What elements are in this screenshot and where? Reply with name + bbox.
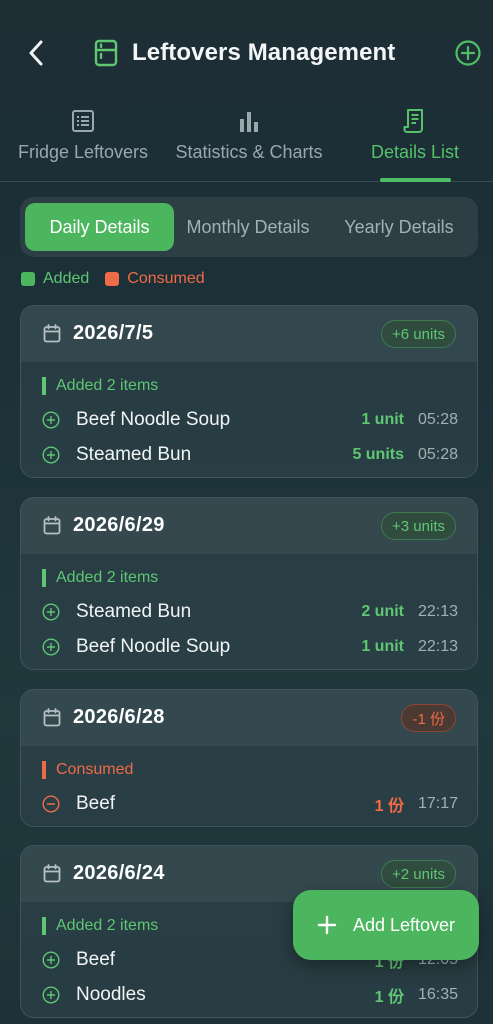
fab-label: Add Leftover [352, 914, 456, 935]
page-title: Leftovers Management [132, 39, 396, 66]
list-item[interactable]: Noodles 1 份 16:35 [42, 982, 458, 1008]
tab-label: Details List [370, 142, 460, 162]
tab-details-list[interactable]: Details List [366, 100, 464, 182]
add-leftover-button[interactable]: Add Leftover [293, 890, 479, 960]
calendar-icon [43, 324, 61, 343]
item-name: Steamed Bun [76, 601, 192, 622]
day-card-header: 2026/6/28 -1 份 [21, 690, 477, 746]
tab-fridge-leftovers[interactable]: Fridge Leftovers [14, 100, 152, 182]
tab-statistics-charts[interactable]: Statistics & Charts [170, 100, 328, 182]
legend: Added Consumed [21, 269, 205, 289]
section-label: Added 2 items [42, 917, 158, 935]
add-button[interactable] [455, 40, 481, 66]
list-item[interactable]: Beef Noodle Soup 1 unit 22:13 [42, 634, 458, 660]
fridge-icon [94, 39, 118, 67]
receipt-icon [403, 109, 423, 133]
day-card[interactable]: 2026/7/5 +6 units Added 2 items Beef Noo… [20, 305, 478, 478]
active-tab-indicator [380, 178, 451, 182]
calendar-icon [43, 864, 61, 883]
main-tabs: Fridge Leftovers Statistics & Charts Det… [0, 100, 493, 182]
item-time: 22:13 [417, 603, 458, 620]
tab-yearly-details[interactable]: Yearly Details [326, 203, 472, 251]
day-card[interactable]: 2026/6/29 +3 units Added 2 items Steamed… [20, 497, 478, 670]
tab-daily-details[interactable]: Daily Details [25, 203, 174, 251]
plus-circle-icon [42, 986, 60, 1004]
list-icon [72, 110, 94, 132]
item-time: 05:28 [417, 411, 458, 428]
plus-circle-icon [42, 446, 60, 464]
item-time: 16:35 [417, 986, 458, 1003]
day-total-badge: +6 units [381, 320, 456, 348]
list-item[interactable]: Beef 1 份 17:17 [42, 791, 458, 817]
app-header: Leftovers Management [0, 0, 493, 105]
day-date: 2026/7/5 [73, 322, 154, 344]
plus-circle-icon [42, 603, 60, 621]
day-date: 2026/6/28 [73, 706, 165, 728]
legend-label-added: Added [43, 270, 90, 287]
list-item[interactable]: Steamed Bun 5 units 05:28 [42, 442, 458, 468]
section-label: Consumed [42, 761, 133, 779]
day-total-badge: +3 units [381, 512, 456, 540]
item-name: Beef [76, 793, 116, 814]
legend-swatch-added [21, 272, 35, 286]
item-quantity: 1 份 [374, 798, 404, 815]
item-quantity: 1 unit [361, 638, 404, 655]
item-quantity: 1 份 [374, 989, 404, 1006]
section-label: Added 2 items [42, 377, 158, 395]
plus-circle-icon [42, 411, 60, 429]
minus-circle-icon [42, 795, 60, 813]
item-name: Beef Noodle Soup [76, 636, 231, 657]
item-quantity: 5 units [352, 446, 404, 463]
item-quantity: 2 unit [361, 603, 404, 620]
day-card[interactable]: 2026/6/28 -1 份 Consumed Beef 1 份 17:17 [20, 689, 478, 827]
back-arrow-icon [29, 40, 43, 66]
item-name: Beef Noodle Soup [76, 409, 231, 430]
plus-icon [317, 915, 337, 935]
plus-circle-icon [42, 951, 60, 969]
add-circle-icon [455, 40, 481, 66]
item-name: Steamed Bun [76, 444, 192, 465]
item-name: Noodles [76, 984, 146, 1005]
item-time: 17:17 [417, 795, 458, 812]
item-quantity: 1 unit [361, 411, 404, 428]
period-segmented-control: Daily Details Monthly Details Yearly Det… [20, 197, 478, 257]
list-item[interactable]: Steamed Bun 2 unit 22:13 [42, 599, 458, 625]
bar-chart-icon [240, 112, 258, 132]
day-total-badge: -1 份 [401, 704, 456, 732]
tab-monthly-details[interactable]: Monthly Details [178, 203, 318, 251]
day-total-badge: +2 units [381, 860, 456, 888]
legend-label-consumed: Consumed [127, 270, 205, 287]
title-group: Leftovers Management [94, 36, 395, 70]
section-label: Added 2 items [42, 569, 158, 587]
day-card-header: 2026/7/5 +6 units [21, 306, 477, 362]
day-date: 2026/6/24 [73, 862, 165, 884]
legend-swatch-consumed [105, 272, 120, 286]
tab-label: Fridge Leftovers [17, 142, 149, 162]
list-item[interactable]: Beef Noodle Soup 1 unit 05:28 [42, 407, 458, 433]
back-button[interactable] [24, 38, 48, 68]
item-time: 05:28 [417, 446, 458, 463]
item-time: 22:13 [417, 638, 458, 655]
tab-label: Statistics & Charts [175, 142, 323, 162]
plus-circle-icon [42, 638, 60, 656]
day-card-header: 2026/6/29 +3 units [21, 498, 477, 554]
calendar-icon [43, 516, 61, 535]
day-date: 2026/6/29 [73, 514, 165, 536]
calendar-icon [43, 708, 61, 727]
